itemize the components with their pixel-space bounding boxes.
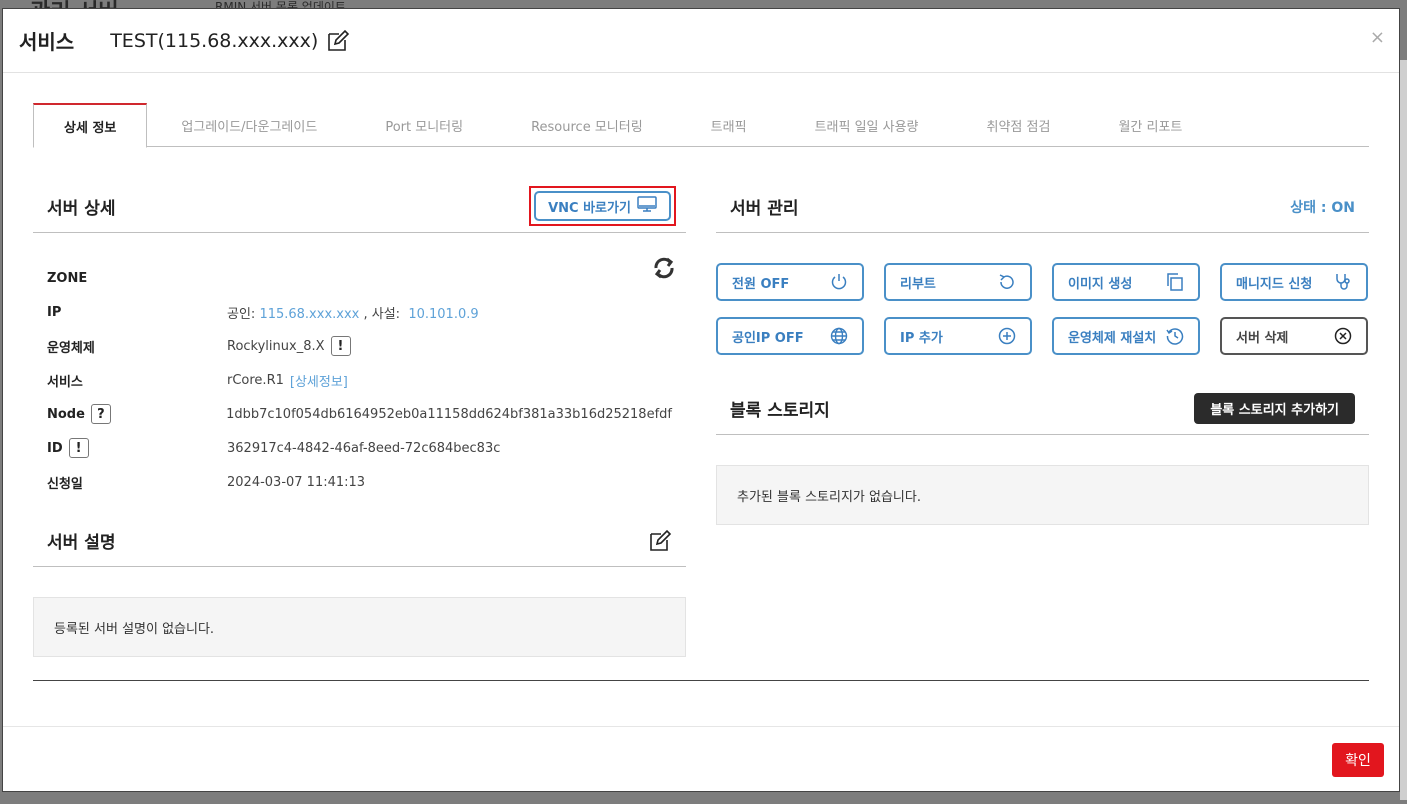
tab-detail[interactable]: 상세 정보	[33, 103, 148, 148]
power-off-label: 전원 OFF	[732, 276, 790, 292]
plus-circle-icon	[998, 327, 1016, 345]
node-label: Node	[47, 406, 85, 422]
edit-name-icon[interactable]	[326, 29, 350, 53]
manage-button-grid: 전원 OFF 리부트 이미지 생성 매니지드 신청 공인IP OFF IP 추가…	[716, 233, 1369, 355]
date-value: 2024-03-07 11:41:13	[227, 474, 366, 490]
create-image-button[interactable]: 이미지 생성	[1052, 263, 1200, 301]
service-value: rCore.R1 [상세정보]	[227, 371, 348, 390]
status-badge: 상태 : ON	[1290, 199, 1355, 216]
create-image-label: 이미지 생성	[1068, 276, 1133, 292]
server-info-list: ZONE IP 공인: 115.68.xxx.xxx , 사설: 10.101.…	[33, 233, 686, 499]
os-name: Rockylinux_8.X	[227, 338, 325, 354]
public-ip-off-button[interactable]: 공인IP OFF	[716, 317, 864, 355]
node-help-icon[interactable]: ?	[90, 404, 111, 424]
reboot-label: 리부트	[900, 276, 936, 292]
info-row-os: 운영체제 Rockylinux_8.X !	[47, 329, 672, 363]
service-label: 서비스	[47, 374, 83, 390]
delete-server-button[interactable]: 서버 삭제	[1220, 317, 1368, 355]
id-label-wrap: ID !	[47, 438, 227, 458]
tab-daily-traffic[interactable]: 트래픽 일일 사용량	[781, 103, 953, 147]
public-ip-off-label: 공인IP OFF	[732, 330, 804, 346]
tab-bar: 상세 정보 업그레이드/다운그레이드 Port 모니터링 Resource 모니…	[33, 103, 1369, 148]
modal-header: 서비스 TEST(115.68.xxx.xxx) ×	[3, 9, 1399, 73]
tab-upgrade[interactable]: 업그레이드/다운그레이드	[147, 103, 351, 147]
private-ip: 10.101.0.9	[408, 306, 479, 322]
server-detail-title: 서버 상세	[47, 199, 116, 219]
os-value: Rockylinux_8.X !	[227, 336, 351, 356]
ip-label: IP	[47, 304, 62, 320]
id-label: ID	[47, 440, 63, 456]
service-detail-link[interactable]: [상세정보]	[290, 371, 348, 390]
info-row-service: 서비스 rCore.R1 [상세정보]	[47, 363, 672, 397]
info-row-node: Node ? 1dbb7c10f054db6164952eb0a11158dd6…	[47, 397, 672, 431]
node-value: 1dbb7c10f054db6164952eb0a11158dd624bf381…	[226, 406, 672, 422]
info-row-id: ID ! 362917c4-4842-46af-8eed-72c684bec83…	[47, 431, 672, 465]
modal-title: 서비스	[19, 30, 75, 54]
server-desc-empty: 등록된 서버 설명이 없습니다.	[33, 597, 686, 657]
server-detail-header: 서버 상세 VNC 바로가기	[33, 181, 686, 233]
reinstall-os-button[interactable]: 운영체제 재설치	[1052, 317, 1200, 355]
zone-label: ZONE	[47, 270, 88, 286]
ip-value: 공인: 115.68.xxx.xxx , 사설: 10.101.0.9	[227, 303, 479, 322]
node-label-wrap: Node ?	[47, 404, 226, 424]
server-manage-panel: 서버 관리 상태 : ON 전원 OFF 리부트 이미지 생성 매니지드 신청 …	[716, 181, 1369, 525]
close-circle-icon	[1334, 327, 1352, 345]
modal-footer: 확인	[3, 726, 1399, 792]
ok-button[interactable]: 확인	[1332, 743, 1384, 777]
private-ip-prefix: , 사설:	[359, 306, 405, 322]
vnc-highlight: VNC 바로가기	[529, 186, 676, 226]
info-row-zone: ZONE	[47, 261, 672, 295]
tab-resource-monitoring[interactable]: Resource 모니터링	[497, 103, 677, 147]
delete-server-label: 서버 삭제	[1236, 330, 1289, 346]
tab-traffic[interactable]: 트래픽	[677, 103, 781, 147]
vnc-button[interactable]: VNC 바로가기	[534, 191, 671, 221]
add-block-storage-button[interactable]: 블록 스토리지 추가하기	[1194, 393, 1355, 424]
reinstall-os-label: 운영체제 재설치	[1068, 330, 1157, 346]
tab-monthly-report[interactable]: 월간 리포트	[1084, 103, 1216, 147]
id-info-icon[interactable]: !	[68, 438, 89, 458]
tab-vulnerability[interactable]: 취약점 점검	[953, 103, 1085, 147]
os-info-icon[interactable]: !	[330, 336, 351, 356]
managed-request-button[interactable]: 매니지드 신청	[1220, 263, 1368, 301]
globe-icon	[830, 327, 848, 345]
server-manage-header: 서버 관리 상태 : ON	[716, 181, 1369, 233]
close-icon[interactable]: ×	[1370, 27, 1385, 48]
block-storage-header: 블록 스토리지 블록 스토리지 추가하기	[716, 383, 1369, 435]
id-value: 362917c4-4842-46af-8eed-72c684bec83c	[227, 440, 501, 456]
power-icon	[830, 273, 848, 291]
server-desc-title: 서버 설명	[47, 533, 116, 553]
copy-icon	[1166, 273, 1184, 291]
server-name: TEST(115.68.xxx.xxx)	[110, 29, 319, 52]
public-ip: 115.68.xxx.xxx	[259, 306, 360, 322]
server-desc-header: 서버 설명	[33, 515, 686, 567]
stethoscope-icon	[1334, 273, 1352, 291]
service-name: rCore.R1	[227, 372, 284, 388]
rotate-icon	[998, 273, 1016, 291]
server-manage-title: 서버 관리	[730, 199, 799, 219]
public-ip-prefix: 공인:	[227, 306, 260, 322]
os-label: 운영체제	[47, 340, 95, 356]
content-divider	[33, 680, 1369, 681]
service-modal: 서비스 TEST(115.68.xxx.xxx) × 상세 정보 업그레이드/다…	[2, 8, 1400, 792]
history-icon	[1166, 327, 1184, 345]
block-storage-empty: 추가된 블록 스토리지가 없습니다.	[716, 465, 1369, 525]
server-detail-panel: 서버 상세 VNC 바로가기 ZONE IP 공인: 115.68.xxx.xx…	[33, 181, 686, 657]
block-storage-title: 블록 스토리지	[730, 401, 830, 421]
refresh-icon[interactable]	[651, 255, 677, 281]
edit-desc-icon[interactable]	[648, 529, 672, 553]
managed-request-label: 매니지드 신청	[1236, 276, 1313, 292]
add-ip-label: IP 추가	[900, 330, 943, 346]
info-row-date: 신청일 2024-03-07 11:41:13	[47, 465, 672, 499]
monitor-icon	[637, 196, 657, 216]
power-off-button[interactable]: 전원 OFF	[716, 263, 864, 301]
info-row-ip: IP 공인: 115.68.xxx.xxx , 사설: 10.101.0.9	[47, 295, 672, 329]
background-scrollbar	[1400, 60, 1407, 800]
vnc-label: VNC 바로가기	[548, 200, 631, 216]
add-ip-button[interactable]: IP 추가	[884, 317, 1032, 355]
tab-port-monitoring[interactable]: Port 모니터링	[351, 103, 497, 147]
date-label: 신청일	[47, 476, 83, 492]
reboot-button[interactable]: 리부트	[884, 263, 1032, 301]
